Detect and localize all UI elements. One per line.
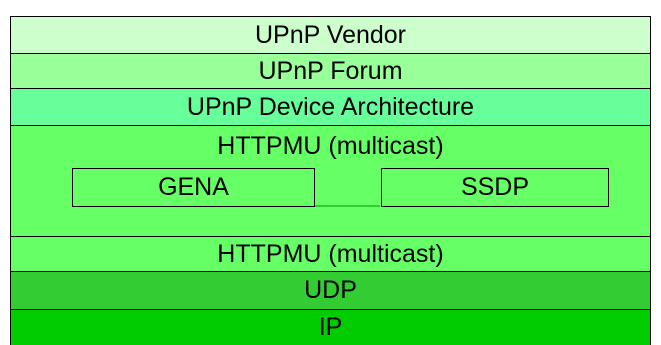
protocol-ssdp-box: SSDP [381, 168, 609, 207]
layer-upnp-device-architecture-label: UPnP Device Architecture [186, 92, 475, 121]
layer-httpmu-lower: HTTPMU (multicast) [10, 236, 651, 272]
upnp-protocol-stack: UPnP Vendor UPnP Forum UPnP Device Archi… [10, 16, 651, 345]
layer-httpmu-upper-label: HTTPMU (multicast) [217, 132, 444, 160]
layer-upnp-forum: UPnP Forum [10, 53, 651, 89]
gena-ssdp-connector [315, 205, 380, 207]
layer-httpmu-lower-label: HTTPMU (multicast) [217, 239, 444, 268]
layer-ip: IP [10, 309, 651, 345]
protocol-gena-box: GENA [72, 168, 315, 207]
layer-upnp-vendor-label: UPnP Vendor [254, 20, 407, 49]
protocol-ssdp-label: SSDP [460, 173, 530, 201]
layer-upnp-device-architecture: UPnP Device Architecture [10, 88, 651, 126]
protocol-gena-label: GENA [158, 173, 229, 201]
layer-upnp-forum-label: UPnP Forum [258, 56, 403, 85]
layer-udp-label: UDP [304, 276, 357, 304]
layer-ip-label: IP [318, 313, 343, 341]
layer-udp: UDP [10, 271, 651, 310]
layer-upnp-vendor: UPnP Vendor [10, 16, 651, 54]
